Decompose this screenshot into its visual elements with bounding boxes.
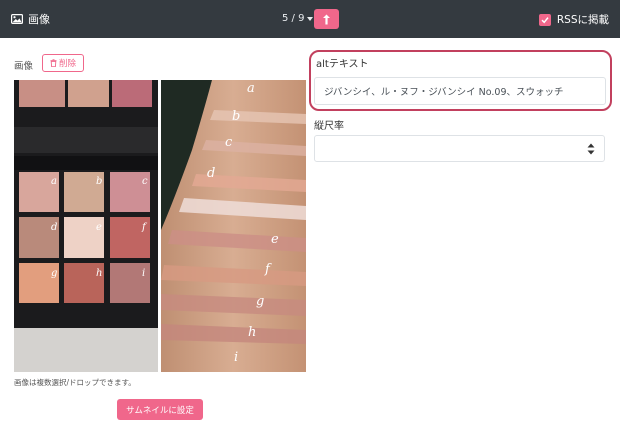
check-icon	[541, 16, 549, 23]
set-thumbnail-button[interactable]: サムネイルに設定	[117, 399, 203, 420]
image-section-label: 画像	[14, 61, 34, 72]
palette-letter-b: b	[96, 176, 102, 187]
header-title: 画像	[11, 11, 50, 27]
upload-hint: 画像は複数選択/ドロップできます。	[14, 378, 136, 387]
select-arrows-icon	[587, 143, 595, 155]
swatch-letter-a: a	[247, 81, 255, 96]
rss-toggle[interactable]: RSSに掲載	[538, 12, 609, 27]
header-title-text: 画像	[28, 13, 50, 26]
page-dropdown[interactable]: 5 / 9	[282, 13, 314, 24]
palette-letter-i: i	[142, 268, 145, 279]
swatch-letter-c: c	[225, 135, 233, 150]
swatch-letter-d: d	[207, 166, 215, 181]
aspect-ratio-select[interactable]	[314, 135, 605, 162]
caret-down-icon	[307, 16, 314, 21]
swatch-photo[interactable]: a b c d e f g h i a b c d e f g h i	[14, 80, 306, 372]
palette-letter-d: d	[51, 222, 57, 233]
swatch-letter-h: h	[248, 325, 256, 340]
upload-arrow-icon	[323, 14, 330, 24]
palette-letter-c: c	[142, 176, 148, 187]
swatch-letter-i: i	[234, 350, 238, 365]
trash-icon	[50, 59, 57, 67]
alt-text-input[interactable]	[314, 77, 606, 105]
alt-text-label: altテキスト	[316, 59, 369, 70]
delete-label: 削除	[58, 59, 76, 69]
aspect-ratio-label: 縦尺率	[314, 121, 344, 132]
upload-button[interactable]	[314, 9, 339, 29]
palette-letter-g: g	[51, 268, 57, 279]
swatch-letter-g: g	[256, 294, 264, 309]
alt-text-group: altテキスト	[309, 50, 612, 111]
rss-label: RSSに掲載	[556, 14, 609, 26]
swatch-letter-b: b	[232, 109, 240, 124]
palette-letter-e: e	[96, 222, 102, 233]
swatch-letter-e: e	[271, 232, 279, 247]
rss-checkbox[interactable]	[538, 13, 551, 26]
top-bar: 画像 5 / 9 RSSに掲載	[0, 0, 620, 38]
page-indicator: 5 / 9	[282, 13, 305, 24]
delete-button[interactable]: 削除	[42, 54, 84, 72]
palette-letter-a: a	[51, 176, 57, 187]
image-icon	[11, 14, 23, 24]
palette-letter-h: h	[96, 268, 102, 279]
